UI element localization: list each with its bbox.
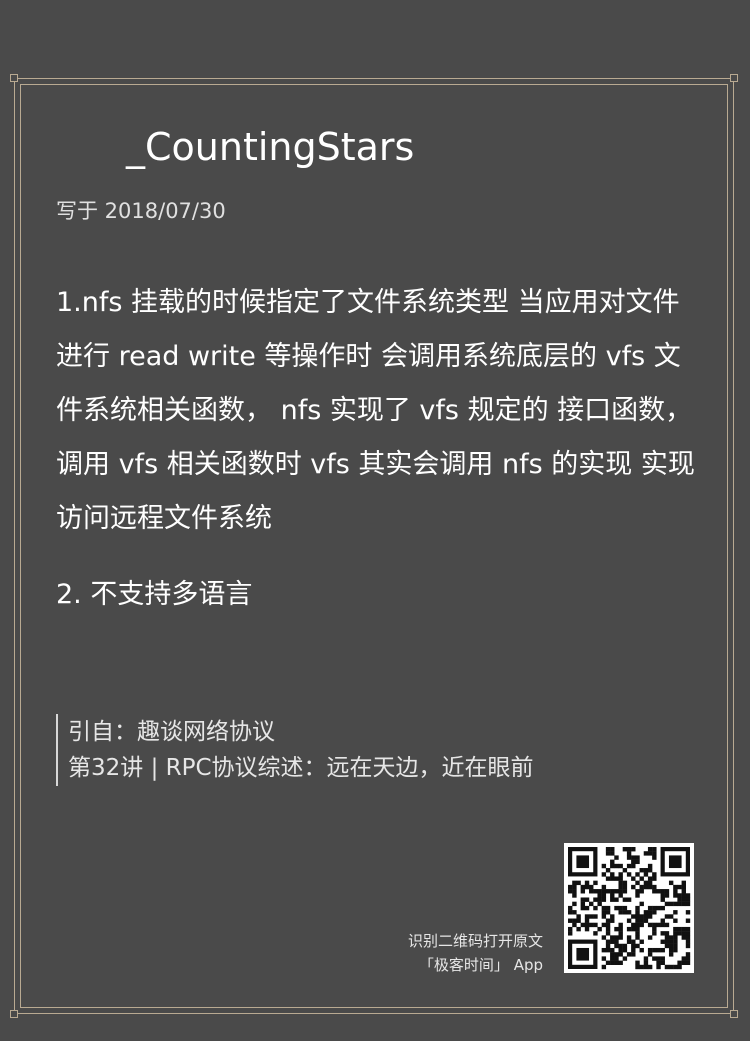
qr-hint: 识别二维码打开原文 「极客时间」 App [380, 929, 543, 977]
qr-hint-line-2: 「极客时间」 App [418, 956, 543, 974]
frame-corner-bottom-left [10, 1010, 18, 1018]
comment-paragraph-1: 1.nfs 挂载的时候指定了文件系统类型 当应用对文件进行 read write… [56, 287, 695, 534]
quote-source: 引自：趣谈网络协议 第32讲 | RPC协议综述：远在天边，近在眼前 [56, 714, 534, 786]
qr-code-graphic [568, 847, 691, 970]
frame-corner-bottom-right [730, 1010, 738, 1018]
frame-corner-top-left [10, 74, 18, 82]
qr-code-icon[interactable] [564, 843, 694, 973]
quote-source-article: 第32讲 | RPC协议综述：远在天边，近在眼前 [68, 755, 534, 781]
comment-paragraph-2: 2. 不支持多语言 [56, 579, 253, 610]
comment-body: 1.nfs 挂载的时候指定了文件系统类型 当应用对文件进行 read write… [56, 276, 696, 622]
qr-hint-line-1: 识别二维码打开原文 [407, 932, 543, 950]
frame-corner-top-right [730, 74, 738, 82]
comment-date: 写于 2018/07/30 [56, 199, 226, 223]
quote-source-course: 引自：趣谈网络协议 [68, 719, 275, 745]
author-name: _CountingStars [126, 125, 415, 169]
